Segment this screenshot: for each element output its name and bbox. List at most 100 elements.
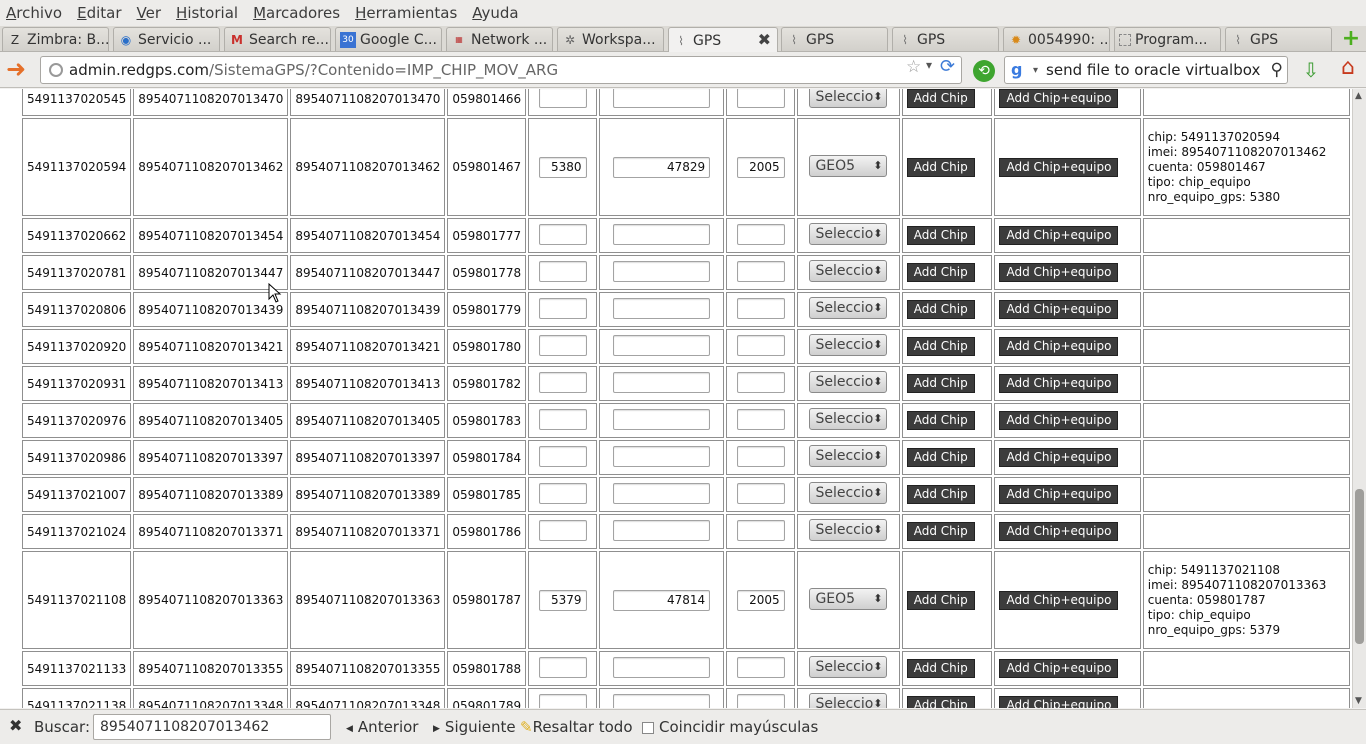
add-chip-button[interactable]: Add Chip (906, 411, 975, 430)
year-input[interactable] (736, 656, 785, 678)
year-input[interactable] (736, 693, 785, 708)
add-chip-equipo-button[interactable]: Add Chip+equipo (999, 696, 1119, 708)
reload-icon[interactable]: ⟳ (940, 56, 955, 77)
year-input[interactable]: 2005 (736, 589, 785, 611)
menu-archivo[interactable]: Archivo (6, 4, 62, 22)
year-input[interactable] (736, 445, 785, 467)
add-chip-equipo-button[interactable]: Add Chip+equipo (999, 485, 1119, 504)
value-input[interactable] (613, 445, 711, 467)
add-chip-button[interactable]: Add Chip (906, 590, 975, 610)
url-history-dropdown-icon[interactable]: ▾ (926, 58, 932, 72)
extension-green-icon[interactable]: ⟲ (973, 60, 995, 82)
add-chip-button[interactable]: Add Chip (906, 696, 975, 708)
add-chip-button[interactable]: Add Chip (906, 157, 975, 177)
nro-equipo-input[interactable] (538, 482, 587, 504)
add-chip-equipo-button[interactable]: Add Chip+equipo (999, 659, 1119, 678)
nro-equipo-input[interactable] (538, 656, 587, 678)
download-icon[interactable]: ⇩ (1300, 60, 1322, 82)
menu-herramientas[interactable]: Herramientas (355, 4, 457, 22)
back-arrow-icon[interactable]: ➜ (6, 57, 30, 82)
add-chip-equipo-button[interactable]: Add Chip+equipo (999, 337, 1119, 356)
nro-equipo-input[interactable] (538, 297, 587, 319)
add-chip-equipo-button[interactable]: Add Chip+equipo (999, 590, 1119, 610)
tab-bug[interactable]: ✹ 0054990: ... (1003, 27, 1110, 51)
url-bar[interactable]: admin.redgps.com/SistemaGPS/?Contenido=I… (40, 56, 962, 84)
year-input[interactable] (736, 334, 785, 356)
tab-zimbra[interactable]: Z Zimbra: B... (2, 27, 109, 51)
find-previous-button[interactable]: ◀ Anterior (346, 718, 418, 736)
menu-historial[interactable]: Historial (176, 4, 238, 22)
year-input[interactable] (736, 223, 785, 245)
value-input[interactable]: 47829 (613, 156, 711, 178)
scroll-up-arrow-icon[interactable]: ▲ (1355, 91, 1362, 101)
new-tab-plus-icon[interactable]: + (1340, 28, 1362, 50)
add-chip-equipo-button[interactable]: Add Chip+equipo (999, 374, 1119, 393)
model-select[interactable]: Seleccio (809, 260, 888, 282)
add-chip-button[interactable]: Add Chip (906, 374, 975, 393)
bookmark-star-icon[interactable]: ☆ (906, 57, 921, 77)
tab-program[interactable]: Program... (1114, 27, 1221, 51)
tab-gps-2[interactable]: ⌇ GPS (781, 27, 888, 51)
value-input[interactable] (613, 371, 711, 393)
add-chip-button[interactable]: Add Chip (906, 89, 975, 108)
tab-search[interactable]: M Search re... (224, 27, 331, 51)
add-chip-equipo-button[interactable]: Add Chip+equipo (999, 411, 1119, 430)
value-input[interactable] (613, 693, 711, 708)
value-input[interactable] (613, 482, 711, 504)
model-select[interactable]: Seleccio (809, 371, 888, 393)
add-chip-equipo-button[interactable]: Add Chip+equipo (999, 522, 1119, 541)
search-engine-dropdown-icon[interactable]: ▾ (1033, 65, 1038, 76)
add-chip-equipo-button[interactable]: Add Chip+equipo (999, 157, 1119, 177)
match-case-checkbox[interactable] (642, 722, 654, 734)
value-input[interactable] (613, 89, 711, 108)
vertical-scrollbar[interactable]: ▲ ▼ (1352, 89, 1366, 708)
model-select[interactable]: Seleccio (809, 334, 888, 356)
tab-workspace[interactable]: ✲ Workspa... (557, 27, 664, 51)
google-icon[interactable]: g (1011, 61, 1029, 79)
add-chip-button[interactable]: Add Chip (906, 522, 975, 541)
add-chip-equipo-button[interactable]: Add Chip+equipo (999, 300, 1119, 319)
match-case-label[interactable]: Coincidir mayúsculas (659, 718, 818, 736)
search-bar[interactable]: g ▾ send file to oracle virtualbox ⚲ (1004, 56, 1288, 84)
add-chip-equipo-button[interactable]: Add Chip+equipo (999, 226, 1119, 245)
nro-equipo-input[interactable]: 5379 (538, 589, 587, 611)
find-next-button[interactable]: ▶ Siguiente (433, 718, 516, 736)
menu-ayuda[interactable]: Ayuda (472, 4, 518, 22)
nro-equipo-input[interactable] (538, 89, 587, 108)
year-input[interactable]: 2005 (736, 156, 785, 178)
add-chip-button[interactable]: Add Chip (906, 659, 975, 678)
add-chip-button[interactable]: Add Chip (906, 263, 975, 282)
add-chip-equipo-button[interactable]: Add Chip+equipo (999, 89, 1119, 108)
value-input[interactable]: 47814 (613, 589, 711, 611)
value-input[interactable] (613, 519, 711, 541)
scroll-down-arrow-icon[interactable]: ▼ (1355, 696, 1362, 706)
tab-gps-4[interactable]: ⌇ GPS (1225, 27, 1332, 51)
model-select[interactable]: Seleccio (809, 223, 888, 245)
model-select[interactable]: Seleccio (809, 445, 888, 467)
add-chip-button[interactable]: Add Chip (906, 337, 975, 356)
nro-equipo-input[interactable] (538, 260, 587, 282)
value-input[interactable] (613, 260, 711, 282)
model-select[interactable]: Seleccio (809, 89, 888, 108)
year-input[interactable] (736, 297, 785, 319)
tab-gps-active[interactable]: ⌇ GPS ✖ (668, 27, 778, 53)
nro-equipo-input[interactable]: 5380 (538, 156, 587, 178)
model-select[interactable]: GEO5 (809, 587, 888, 610)
tab-servicio[interactable]: ◉ Servicio ... (113, 27, 220, 51)
close-find-bar-icon[interactable]: ✖ (9, 716, 22, 735)
menu-editar[interactable]: Editar (77, 4, 121, 22)
model-select[interactable]: Seleccio (809, 693, 888, 708)
model-select[interactable]: Seleccio (809, 482, 888, 504)
tab-google-calendar[interactable]: 30 Google C... (335, 27, 442, 51)
add-chip-button[interactable]: Add Chip (906, 448, 975, 467)
close-tab-icon[interactable]: ✖ (758, 30, 771, 49)
highlight-all-button[interactable]: ✎Resaltar todo (520, 718, 633, 736)
value-input[interactable] (613, 223, 711, 245)
find-input[interactable]: 8954071108207013462 (93, 714, 331, 740)
model-select[interactable]: GEO5 (809, 154, 888, 177)
value-input[interactable] (613, 408, 711, 430)
nro-equipo-input[interactable] (538, 223, 587, 245)
year-input[interactable] (736, 260, 785, 282)
add-chip-equipo-button[interactable]: Add Chip+equipo (999, 263, 1119, 282)
year-input[interactable] (736, 519, 785, 541)
